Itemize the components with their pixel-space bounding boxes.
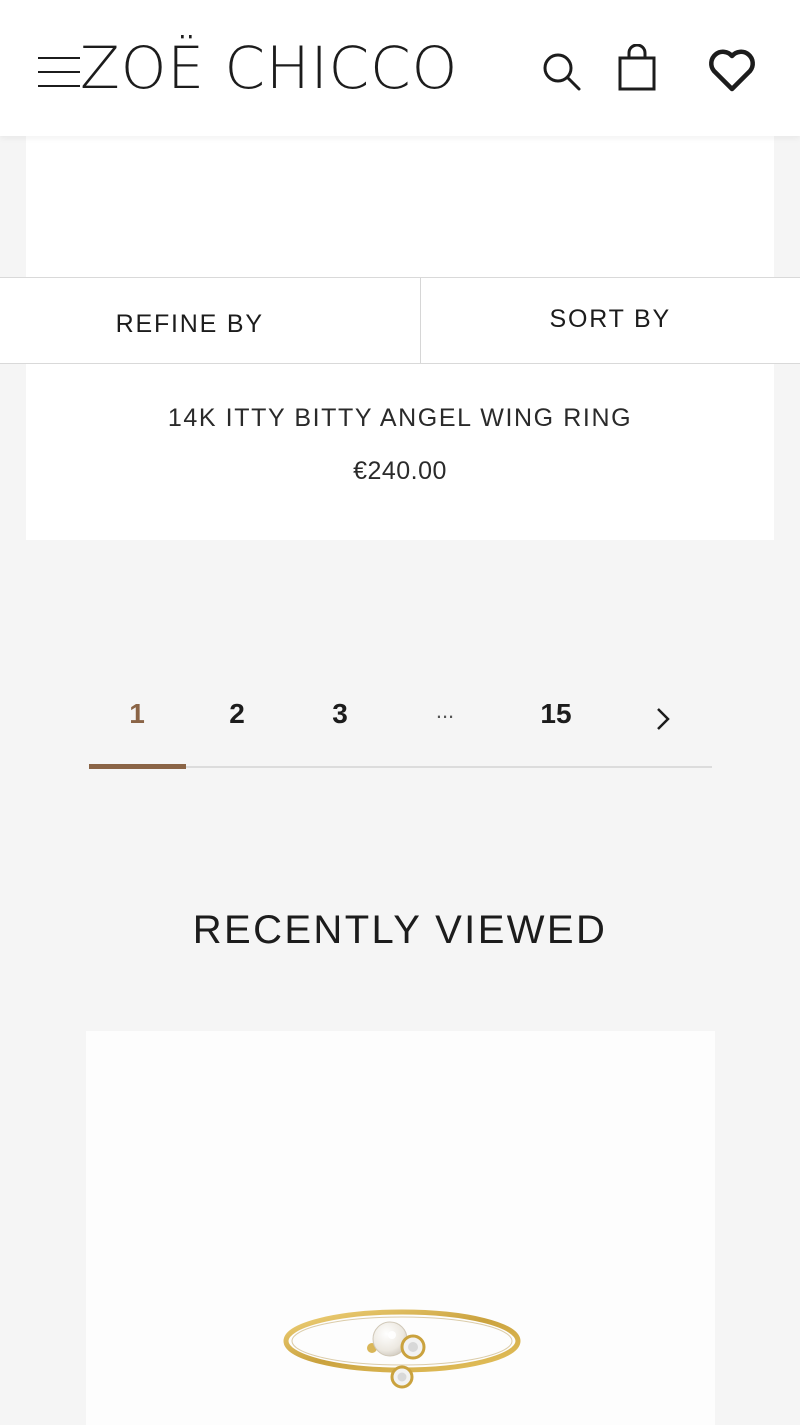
bag-icon[interactable] [616, 44, 658, 92]
heart-icon[interactable] [707, 46, 757, 94]
search-icon[interactable] [540, 50, 582, 92]
page-15[interactable]: 15 [526, 698, 586, 730]
product-price: €240.00 [353, 457, 447, 485]
product-name[interactable]: 14K ITTY BITTY ANGEL WING RING [26, 404, 774, 433]
pagination: 1 2 3 ... 15 [89, 690, 712, 770]
chevron-right-icon[interactable] [644, 704, 684, 734]
sort-by-label: SORT BY [549, 305, 671, 333]
recently-viewed-product-card[interactable] [86, 1031, 715, 1425]
brand-logo[interactable]: ZOË CHICCO [80, 30, 458, 106]
product-card-info[interactable]: 14K ITTY BITTY ANGEL WING RING €240.00 [26, 364, 774, 540]
refine-by-button[interactable]: REFINE BY [0, 278, 420, 363]
site-header: ZOË CHICCO [0, 0, 800, 136]
page-1[interactable]: 1 [107, 698, 167, 730]
page-2[interactable]: 2 [207, 698, 267, 730]
ring-product-image [283, 1309, 521, 1389]
refine-by-label: REFINE BY [115, 310, 264, 338]
product-image-area[interactable] [26, 136, 774, 278]
menu-icon[interactable] [36, 52, 82, 92]
brand-logo-text: ZOË CHICCO [80, 34, 459, 102]
page-ellipsis: ... [435, 698, 455, 723]
sort-by-button[interactable]: SORT BY [421, 278, 800, 363]
page-3[interactable]: 3 [310, 698, 370, 730]
pagination-active-indicator [89, 764, 186, 769]
filter-bar: REFINE BY SORT BY [0, 277, 800, 364]
recently-viewed-title: RECENTLY VIEWED [192, 908, 608, 952]
